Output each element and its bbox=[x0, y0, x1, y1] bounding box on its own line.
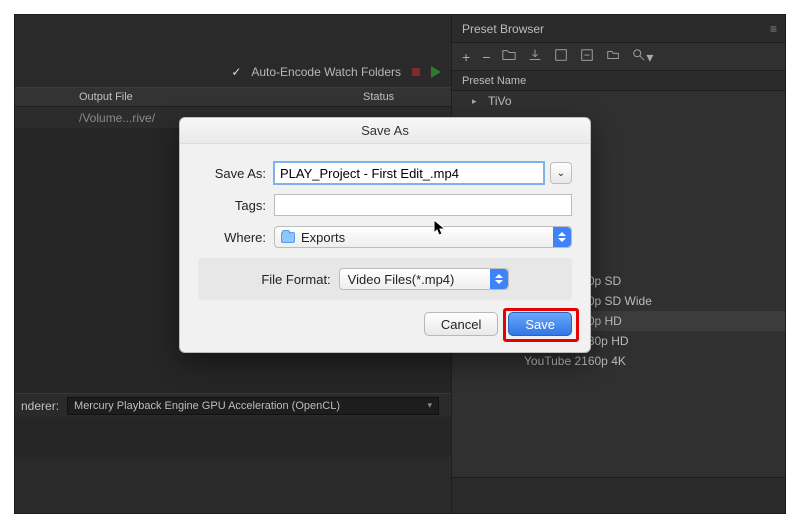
checkmark-icon: ✓ bbox=[231, 65, 241, 79]
add-preset-icon[interactable]: + bbox=[462, 49, 470, 65]
folder-icon bbox=[281, 232, 295, 243]
preset-name-col: Preset Name bbox=[462, 75, 526, 87]
queue-header: Output File Status bbox=[15, 87, 451, 107]
preset-item[interactable]: YouTube 2160p 4K bbox=[452, 351, 785, 371]
expand-dialog-button[interactable]: ⌄ bbox=[550, 162, 572, 184]
updown-icon bbox=[553, 227, 571, 247]
panel-toolbar: + − ▾ bbox=[452, 43, 785, 71]
play-icon[interactable] bbox=[431, 66, 441, 78]
queue-output-cell: /Volume...rive/ bbox=[79, 111, 155, 125]
cancel-button[interactable]: Cancel bbox=[424, 312, 498, 336]
tags-label: Tags: bbox=[198, 198, 274, 213]
updown-icon bbox=[490, 269, 508, 289]
file-format-label: File Format: bbox=[261, 272, 338, 287]
save-button[interactable]: Save bbox=[508, 312, 572, 336]
remove-preset-icon[interactable]: − bbox=[482, 49, 490, 65]
renderer-select[interactable]: Mercury Playback Engine GPU Acceleration… bbox=[67, 397, 439, 415]
where-select[interactable]: Exports bbox=[274, 226, 572, 248]
save-as-label: Save As: bbox=[198, 166, 274, 181]
preset-group[interactable]: TiVo bbox=[452, 91, 785, 111]
panel-title-bar: Preset Browser ≡ bbox=[452, 15, 785, 43]
save-as-input[interactable] bbox=[274, 162, 544, 184]
settings-icon[interactable] bbox=[554, 48, 568, 65]
preset-list-header: Preset Name bbox=[452, 71, 785, 91]
stop-icon[interactable] bbox=[411, 67, 421, 77]
where-label: Where: bbox=[198, 230, 274, 245]
new-folder-icon[interactable] bbox=[502, 48, 516, 65]
panel-title: Preset Browser bbox=[462, 22, 544, 36]
dialog-title: Save As bbox=[180, 118, 590, 144]
col-status: Status bbox=[363, 91, 394, 103]
renderer-value: Mercury Playback Engine GPU Acceleration… bbox=[74, 400, 340, 412]
renderer-label: nderer: bbox=[21, 399, 59, 413]
search-icon[interactable]: ▾ bbox=[632, 48, 653, 66]
col-output: Output File bbox=[79, 91, 133, 103]
app-window: ✓ Auto-Encode Watch Folders Output File … bbox=[14, 14, 786, 514]
auto-encode-label[interactable]: Auto-Encode Watch Folders bbox=[251, 65, 401, 79]
tags-input[interactable] bbox=[274, 194, 572, 216]
queue-toolbar: ✓ Auto-Encode Watch Folders bbox=[15, 61, 451, 83]
panel-footer bbox=[452, 477, 785, 513]
apply-icon[interactable] bbox=[606, 48, 620, 65]
export-icon[interactable] bbox=[580, 48, 594, 65]
panel-menu-icon[interactable]: ≡ bbox=[770, 22, 775, 36]
renderer-bar: nderer: Mercury Playback Engine GPU Acce… bbox=[15, 393, 451, 417]
where-value: Exports bbox=[301, 230, 345, 245]
file-format-value: Video Files(*.mp4) bbox=[348, 272, 455, 287]
file-format-select[interactable]: Video Files(*.mp4) bbox=[339, 268, 509, 290]
save-as-dialog: Save As Save As: ⌄ Tags: Where: Exports bbox=[179, 117, 591, 353]
import-icon[interactable] bbox=[528, 48, 542, 65]
